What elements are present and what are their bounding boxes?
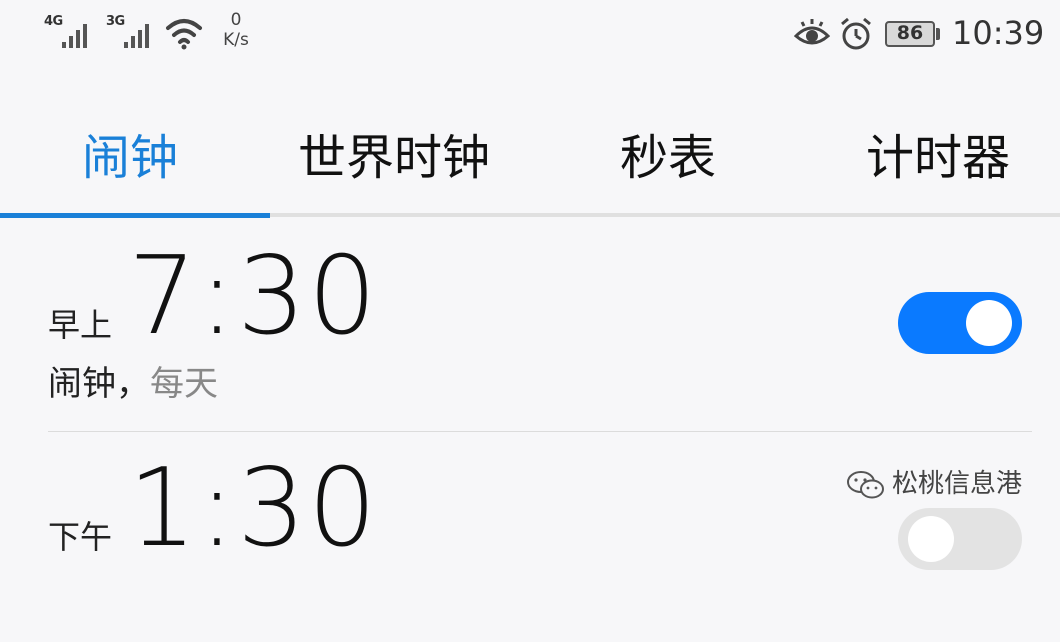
alarm-separator: ， — [116, 364, 150, 404]
alarm-item[interactable]: 早上 7:30 闹钟，每天 — [0, 222, 1060, 432]
toggle-knob — [908, 516, 954, 562]
network-speed: 0 K/s — [214, 10, 258, 50]
tab-alarm[interactable]: 闹钟 — [82, 118, 178, 188]
alarm-toggle[interactable] — [898, 292, 1022, 354]
watermark-text: 松桃信息港 — [892, 469, 1023, 499]
alarm-repeat: 每天 — [150, 364, 218, 404]
alarm-time: 1:30 — [128, 446, 379, 571]
wifi-icon — [166, 19, 202, 50]
tab-world-clock[interactable]: 世界时钟 — [298, 118, 490, 188]
signal-icon — [62, 24, 87, 48]
network-speed-unit: K/s — [223, 30, 249, 50]
toggle-knob — [966, 300, 1012, 346]
watermark: 松桃信息港 — [846, 463, 1022, 501]
eye-comfort-icon — [794, 19, 830, 45]
status-time: 10:39 — [952, 14, 1045, 52]
alarm-period: 下午 — [48, 518, 113, 556]
alarm-clock-icon — [841, 17, 871, 50]
alarm-toggle[interactable] — [898, 508, 1022, 570]
signal-icon — [124, 24, 149, 48]
tab-bar: 闹钟 世界时钟 秒表 计时器 — [0, 100, 1060, 220]
alarm-time: 7:30 — [128, 234, 379, 359]
wechat-icon — [847, 470, 884, 498]
battery-cap — [936, 28, 940, 40]
network-speed-value: 0 — [230, 10, 242, 30]
tab-active-indicator — [0, 213, 270, 218]
battery-level: 86 — [896, 22, 924, 44]
tab-timer[interactable]: 计时器 — [866, 118, 1010, 188]
alarm-subtitle: 闹钟，每天 — [48, 356, 218, 405]
status-bar: 4G 3G 0 K/s 86 10:39 — [0, 0, 1060, 72]
alarm-period: 早上 — [48, 306, 113, 344]
battery-icon: 86 — [885, 21, 935, 47]
alarm-label: 闹钟 — [48, 364, 116, 404]
tab-stopwatch[interactable]: 秒表 — [620, 118, 716, 188]
